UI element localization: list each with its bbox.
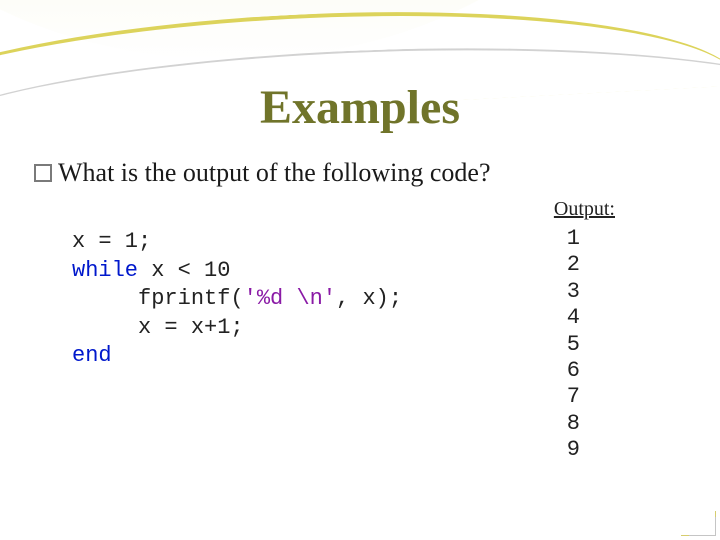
- code-line-2: while x < 10: [72, 258, 230, 283]
- kw-end: end: [72, 343, 112, 368]
- code-line-1: x = 1;: [72, 229, 151, 254]
- code-block: x = 1; while x < 10 fprintf('%d \n', x);…: [72, 228, 402, 371]
- code-line-4: x = x+1;: [72, 315, 244, 340]
- code-line-3: fprintf('%d \n', x);: [72, 286, 402, 311]
- question-line: What is the output of the following code…: [34, 158, 686, 188]
- question-text: What is the output of the following code…: [58, 158, 491, 188]
- output-label: Output:: [554, 198, 615, 221]
- banner-swoosh-olive: [0, 0, 680, 60]
- corner-accent-icon: [681, 511, 716, 536]
- slide-title: Examples: [0, 80, 720, 135]
- code-line-5: end: [72, 343, 112, 368]
- output-values: 1 2 3 4 5 6 7 8 9: [567, 226, 580, 464]
- square-bullet-icon: [34, 164, 52, 182]
- kw-while: while: [72, 258, 138, 283]
